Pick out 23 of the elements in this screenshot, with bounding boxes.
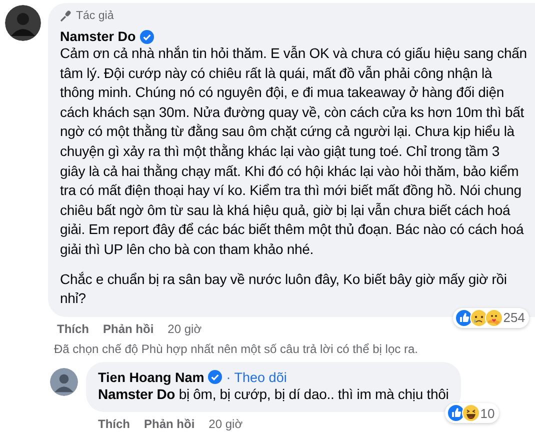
comment-action-link[interactable]: Thích <box>57 322 89 336</box>
reaction-count: 10 <box>480 406 495 421</box>
comment-text: Cảm ơn cả nhà nhắn tin hỏi thăm. E vẫn OK và chưa có giấu hiệu sang chấn tâm lý. Đội cướp này có chiêu rất là quái, mất đồ vẫn phải công nhận là thông minh. Chúng nó có nguyên đội, e đi mua takeaway ở hàng đối diện cách khách sạn 30m. Nửa đường quay về, còn cách cửa ks hơn 10m thì bất ngờ có một thằng từ đằng sau ôm chặt cứng cả người lại. Chưa kịp hiểu là chuyện gì xảy ra thì một thằng khác lại vào giật tung toé. Chỉ trong tầm 3 giây là cả hai thằng chạy mất. Khi đó có hội khác lại vào hỏi thăm, bảo kiểm tra có mất điện thoại hay ví ko. Kiểm tra thì mới biết mất đồng hồ. Nói chung chiêu bất ngờ ôm từ sau là khá hiệu quả, giờ bị lại vẫn chưa biết cách hoá giải. Em report đây để các bác biết thêm một thủ đoạn. Bác nào có cách hoá giải thì UP lên cho bà con tham khảo nhé. <box>60 44 527 259</box>
reaction-summary[interactable]: 10 <box>445 403 499 424</box>
follow-link[interactable]: · Theo dõi <box>226 370 287 385</box>
microphone-icon <box>60 10 72 22</box>
haha-reaction-icon <box>462 404 480 422</box>
timestamp[interactable]: 20 giờ <box>168 322 202 336</box>
care-reaction-icon <box>485 308 504 327</box>
comment-action-link[interactable]: Phản hồi <box>144 417 195 432</box>
author-label: Tác giả <box>76 10 114 22</box>
timestamp[interactable]: 20 giờ <box>208 417 243 432</box>
author-name[interactable]: Tien Hoang Nam <box>98 370 204 385</box>
author-name[interactable]: Namster Do <box>60 29 136 44</box>
avatar[interactable] <box>50 368 78 396</box>
reaction-count: 254 <box>503 310 525 326</box>
comment-text: Namster Do bị ôm, bị cướp, bị dí dao.. thì im mà chịu thôi <box>98 385 449 404</box>
filter-note: Đã chọn chế độ Phù hợp nhất nên một số câu trả lời có thể bị lọc ra. <box>54 342 419 356</box>
comment-action-link[interactable]: Thích <box>98 417 130 432</box>
comment-action-link[interactable]: Phản hồi <box>103 322 154 336</box>
reaction-summary[interactable]: 254 <box>453 308 529 328</box>
comment-text: Chắc e chuẩn bị ra sân bay về nước luôn đây, Ko biết bây giờ mấy giờ rồi nhỉ? <box>60 270 508 308</box>
avatar[interactable] <box>5 5 41 41</box>
